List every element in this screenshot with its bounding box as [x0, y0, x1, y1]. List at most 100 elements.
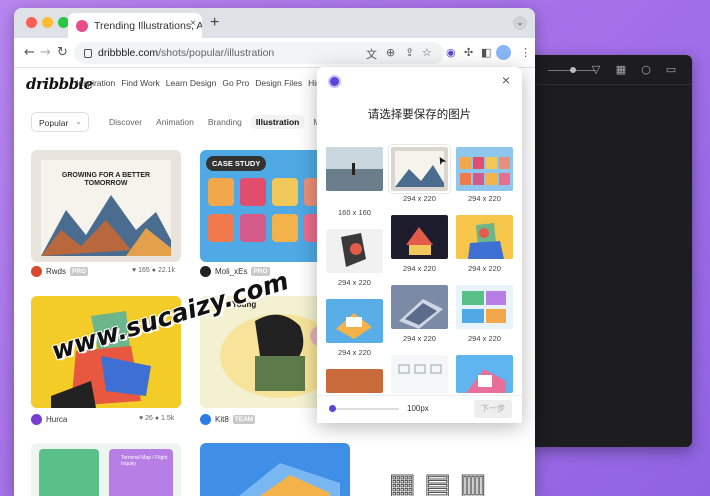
image-thumbnail[interactable] — [326, 147, 383, 191]
lock-icon — [84, 48, 92, 58]
chevron-down-icon: ⌄ — [75, 117, 82, 126]
url-path: /shots/popular/illustration — [158, 47, 275, 59]
eye-icon: ● — [151, 267, 156, 274]
sort-dropdown[interactable]: Popular ⌄ — [31, 112, 89, 132]
search-icon[interactable]: ○ — [640, 64, 652, 76]
filter-icon[interactable]: ▽ — [590, 64, 602, 76]
grid-icon[interactable]: ▦ — [615, 64, 627, 76]
forward-icon[interactable]: → — [40, 45, 51, 60]
new-tab-button[interactable]: + — [210, 14, 219, 32]
avatar — [31, 414, 42, 425]
author-name: Rwds — [46, 267, 67, 276]
case-study-badge: CASE STUDY — [206, 156, 267, 171]
svg-text:▦ ▤ ▥: ▦ ▤ ▥ — [389, 467, 486, 496]
translate-icon[interactable]: 文 — [366, 46, 377, 62]
likes-count: 165 — [138, 267, 150, 274]
image-thumbnail[interactable] — [456, 147, 513, 191]
shot-author[interactable]: Rwds PRO — [31, 266, 89, 277]
size-slider-value: 100px — [407, 404, 429, 413]
image-thumbnail-selected[interactable] — [389, 145, 450, 193]
likes-count: 26 — [145, 415, 153, 422]
avatar — [200, 414, 211, 425]
image-thumbnail[interactable] — [326, 229, 383, 273]
dribbble-favicon-icon — [76, 19, 88, 32]
nav-inspiration[interactable]: Inspiration — [76, 78, 115, 88]
bookmark-star-icon[interactable]: ☆ — [422, 46, 432, 59]
image-size-label: 294 x 220 — [403, 264, 436, 273]
views-count: 22.1k — [157, 267, 176, 274]
nav-learn-design[interactable]: Learn Design — [166, 78, 217, 88]
author-name: Kit8 — [215, 415, 229, 424]
image-size-label: 294 x 220 — [403, 334, 436, 343]
url-domain: dribbble.com — [98, 47, 159, 59]
shot-author[interactable]: Kit8 TEAM — [200, 414, 256, 425]
tab-illustration[interactable]: Illustration — [250, 115, 305, 129]
shot-illustration — [39, 449, 173, 496]
tab-close-icon[interactable]: × — [190, 18, 196, 29]
profile-avatar[interactable] — [496, 45, 511, 60]
top-navigation: Inspiration Find Work Learn Design Go Pr… — [76, 78, 343, 88]
size-slider[interactable] — [331, 408, 399, 410]
tab-branding[interactable]: Branding — [208, 117, 242, 127]
nav-go-pro[interactable]: Go Pro — [222, 78, 249, 88]
shot-illustration — [238, 463, 340, 496]
image-size-label: 160 x 160 — [338, 208, 371, 217]
share-icon[interactable]: ⇪ — [405, 46, 414, 59]
author-name: Hurca — [46, 415, 68, 424]
close-window-button[interactable] — [26, 17, 37, 28]
shot-stats: ♥ 26 ● 1.5k — [139, 415, 174, 422]
browser-tab[interactable]: Trending Illustrations, Artwork × — [68, 13, 202, 38]
image-thumbnail[interactable] — [326, 299, 383, 343]
sidepanel-icon[interactable]: ◧ — [481, 46, 491, 59]
tab-discover[interactable]: Discover — [109, 117, 142, 127]
image-thumbnail[interactable] — [326, 369, 383, 393]
image-thumbnail[interactable] — [456, 215, 513, 259]
zoom-slider-knob[interactable] — [570, 67, 576, 73]
image-size-label: 294 x 220 — [403, 194, 436, 203]
author-name: Moli_xEs — [215, 267, 248, 276]
shot-author[interactable]: Hurca — [31, 414, 67, 425]
sort-dropdown-value: Popular — [39, 118, 69, 128]
heart-icon[interactable]: ♥ — [139, 415, 143, 422]
eye-icon: ● — [154, 415, 160, 422]
image-size-label: 294 x 220 — [468, 194, 501, 203]
tab-bar: Trending Illustrations, Artwork × + ⌄ — [14, 8, 535, 38]
tab-animation[interactable]: Animation — [156, 117, 194, 127]
sidebar-icon[interactable]: ▭ — [665, 64, 677, 76]
image-size-label: 294 x 220 — [338, 278, 371, 287]
popup-footer: 100px 下一步 — [317, 395, 522, 423]
next-step-button[interactable]: 下一步 — [474, 400, 512, 418]
tab-title: Trending Illustrations, Artwork — [94, 19, 202, 32]
menu-icon[interactable]: ⋮ — [520, 46, 531, 59]
category-tabs: Discover Animation Branding Illustration… — [109, 115, 330, 129]
extension-icon[interactable]: ◉ — [446, 46, 456, 59]
close-icon[interactable]: × — [502, 72, 510, 88]
shot-poster-text: GROWING FOR A BETTER TOMORROW — [61, 172, 151, 187]
nav-find-work[interactable]: Find Work — [121, 78, 160, 88]
shot-thumbnail[interactable]: ▦ ▤ ▥ — [369, 463, 519, 496]
extension-logo-icon — [328, 75, 341, 88]
image-thumbnail[interactable] — [391, 215, 448, 259]
back-icon[interactable]: ← — [24, 45, 35, 60]
size-slider-handle[interactable] — [329, 405, 336, 412]
background-app-window: ▽ ▦ ○ ▭ — [520, 55, 692, 447]
tab-search-icon[interactable]: ⌄ — [513, 16, 527, 30]
views-count: 1.5k — [161, 415, 175, 422]
shot-thumbnail[interactable]: Terminal Map / Flight Inquiry — [31, 443, 181, 496]
heart-icon[interactable]: ♥ — [132, 267, 136, 274]
shot-thumbnail[interactable] — [200, 443, 350, 496]
extensions-puzzle-icon[interactable]: ✣ — [464, 46, 473, 59]
reload-icon[interactable]: ↻ — [57, 45, 68, 60]
install-icon[interactable]: ⊕ — [386, 46, 395, 59]
image-thumbnail[interactable] — [456, 355, 513, 393]
avatar — [200, 266, 211, 277]
minimize-window-button[interactable] — [42, 17, 53, 28]
nav-design-files[interactable]: Design Files — [255, 78, 302, 88]
popup-title: 请选择要保存的图片 — [367, 107, 472, 121]
avatar — [31, 266, 42, 277]
shot-thumbnail[interactable]: GROWING FOR A BETTER TOMORROW — [31, 150, 181, 262]
image-thumbnail[interactable] — [391, 285, 448, 329]
image-thumbnail[interactable] — [456, 285, 513, 329]
image-size-label: 294 x 220 — [468, 334, 501, 343]
image-thumbnail[interactable] — [391, 355, 448, 393]
